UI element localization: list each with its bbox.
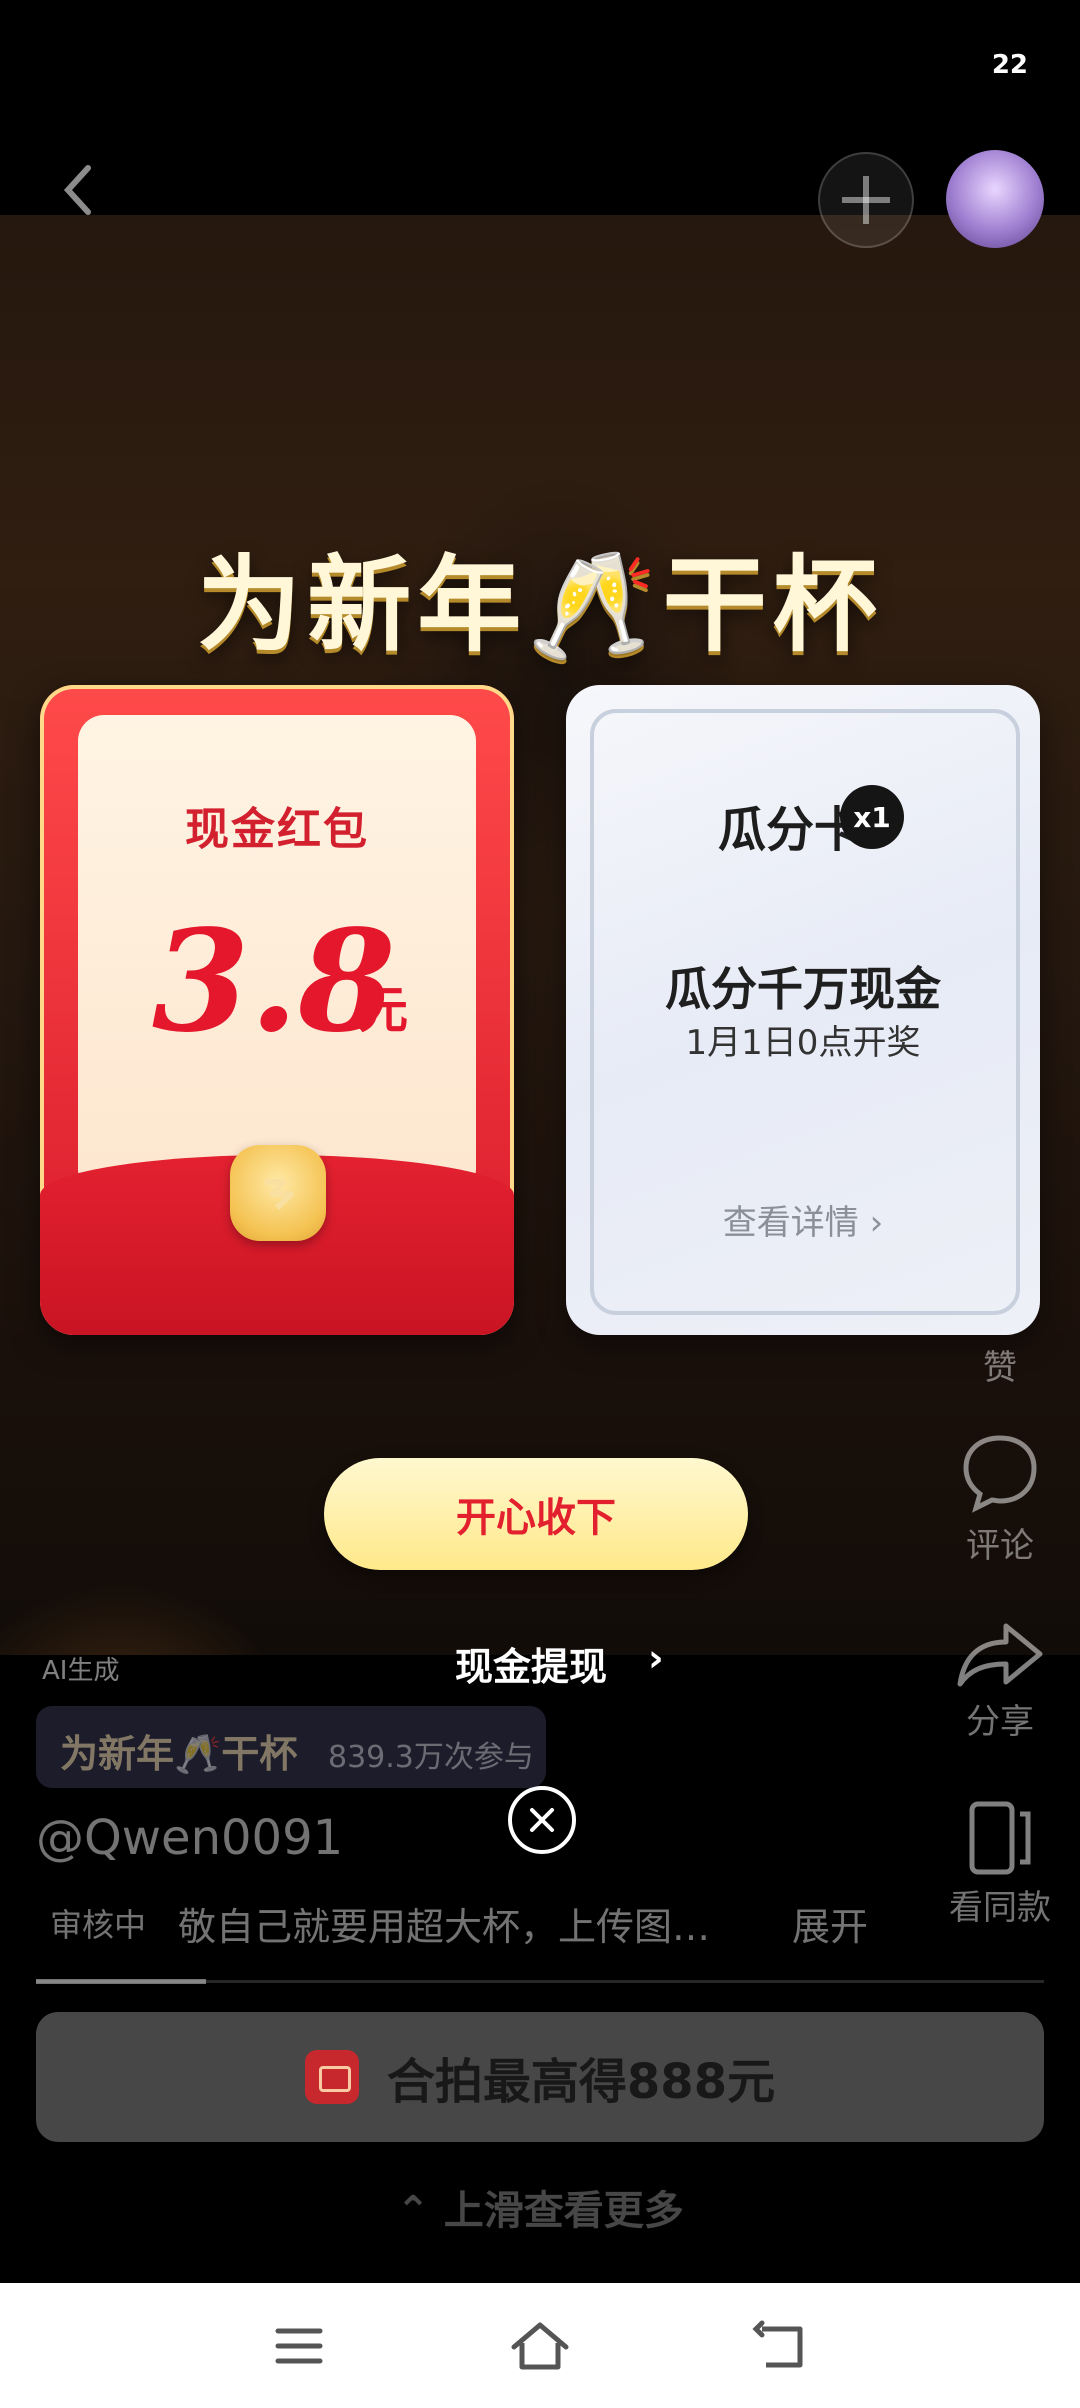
comment-icon xyxy=(963,1435,1037,1513)
same-style-label: 看同款 xyxy=(949,1888,1051,1928)
share-label: 分享 xyxy=(966,1702,1034,1742)
share-card-detail-link[interactable]: 查看详情 › xyxy=(566,1195,1040,1244)
video-progress-fill xyxy=(36,1979,206,1984)
red-packet-unit: 元 xyxy=(358,981,408,1039)
accept-button[interactable]: 开心收下 xyxy=(324,1458,748,1570)
share-card-sub-text: 1月1日0点开奖 xyxy=(685,1023,921,1063)
topic-title: 为新年🥂干杯 xyxy=(60,1732,298,1776)
close-button[interactable] xyxy=(508,1786,576,1854)
duet-cta-button[interactable]: 合拍最高得888元 xyxy=(36,2012,1044,2142)
username[interactable]: @Qwen0091 xyxy=(36,1810,343,1866)
like-action[interactable]: 赞 xyxy=(935,1340,1065,1389)
menu-icon[interactable] xyxy=(272,2323,326,2369)
duet-cta-label: 合拍最高得888元 xyxy=(386,2054,776,2110)
share-card-badge: x1 xyxy=(840,785,904,849)
home-icon[interactable] xyxy=(508,2319,572,2373)
status-time: 22 xyxy=(991,50,1028,80)
chevron-right-icon: › xyxy=(648,1636,664,1680)
like-label: 赞 xyxy=(983,1348,1017,1388)
back-button[interactable] xyxy=(50,160,110,220)
share-action[interactable]: 分享 xyxy=(935,1620,1065,1743)
same-style-icon xyxy=(969,1801,1031,1875)
avatar[interactable] xyxy=(946,150,1044,248)
double-chevron-up-icon: ⌃ xyxy=(396,2188,430,2234)
same-style-action[interactable]: 看同款 xyxy=(935,1800,1065,1929)
ai-generated-tag: AI生成 xyxy=(42,1656,120,1686)
withdraw-link[interactable]: 现金提现 xyxy=(455,1636,607,1691)
post-description: 敬自己就要用超大杯，上传图… xyxy=(178,1905,711,1949)
back-nav-icon[interactable] xyxy=(752,2319,810,2373)
review-status-tag: 审核中 xyxy=(50,1906,147,1944)
swipe-up-label: 上滑查看更多 xyxy=(443,2188,684,2234)
share-card-main-text: 瓜分千万现金 xyxy=(665,962,941,1016)
share-card[interactable]: 瓜分卡 x1 瓜分千万现金 1月1日0点开奖 查看详情 › xyxy=(566,685,1040,1335)
banner-title: 为新年🥂干杯 xyxy=(197,544,883,666)
system-navigation-bar xyxy=(0,2283,1080,2408)
status-bar: 22 xyxy=(0,0,1080,140)
duet-icon xyxy=(304,2050,359,2104)
comment-label: 评论 xyxy=(966,1526,1034,1566)
expand-link[interactable]: 展开 xyxy=(792,1896,868,1951)
share-icon xyxy=(957,1623,1043,1687)
comment-action[interactable]: 评论 xyxy=(935,1430,1065,1567)
topic-count: 839.3万次参与 xyxy=(328,1740,534,1775)
swipe-up-hint: ⌃ 上滑查看更多 xyxy=(0,2178,1080,2236)
red-packet-seal-icon xyxy=(230,1145,326,1241)
red-packet-title: 现金红包 xyxy=(185,804,369,855)
plus-icon xyxy=(842,176,890,224)
add-button[interactable] xyxy=(818,152,914,248)
back-icon xyxy=(63,165,91,215)
red-packet-card[interactable]: 现金红包 3.8 元 xyxy=(40,685,514,1335)
close-icon xyxy=(530,1808,554,1832)
